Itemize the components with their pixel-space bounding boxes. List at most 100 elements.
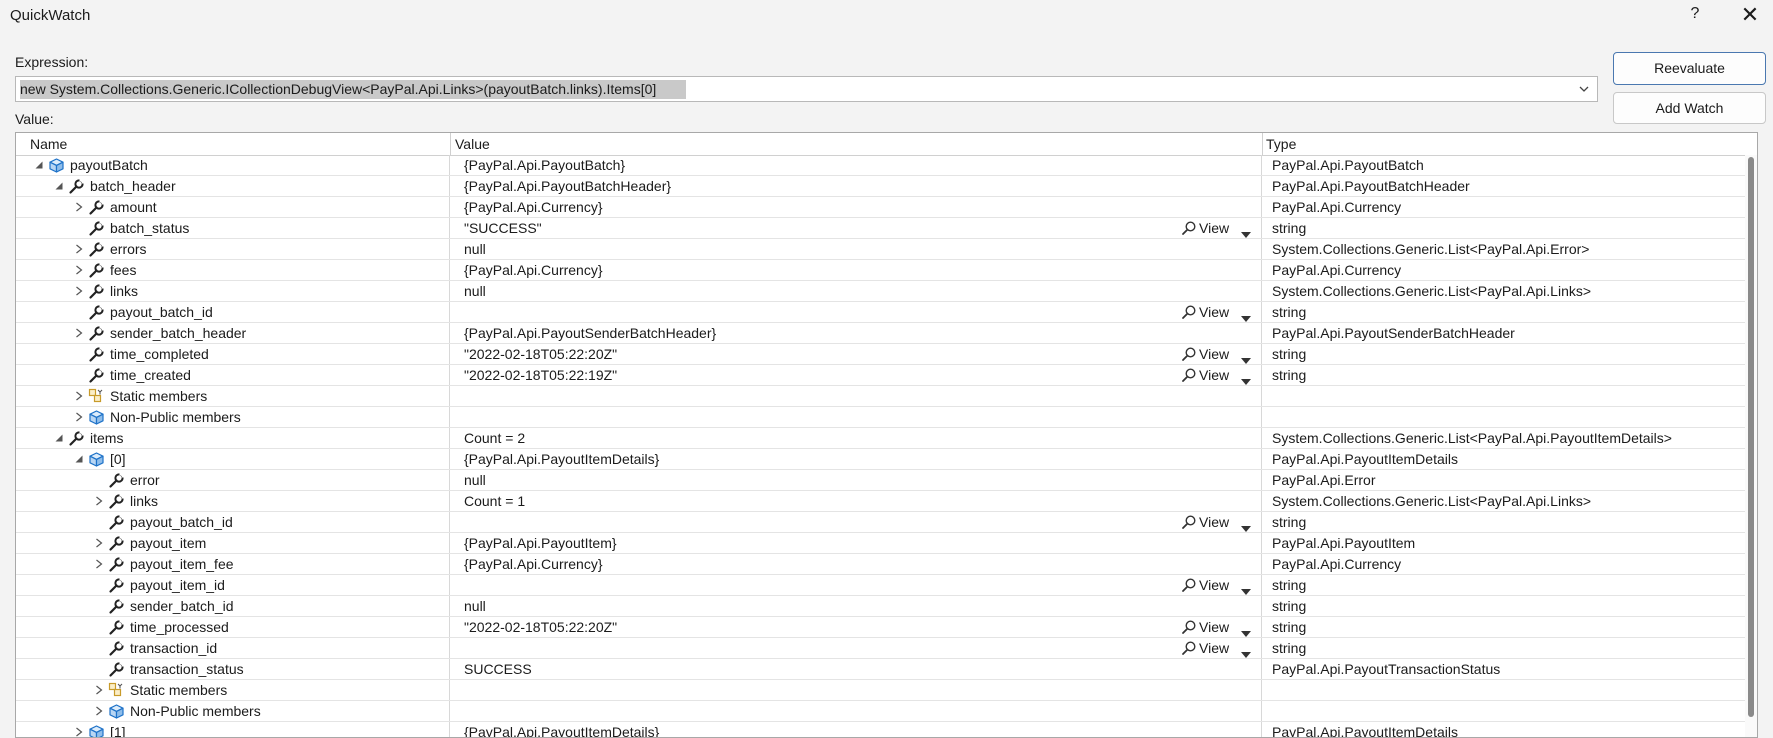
value-cell[interactable] [450, 407, 1262, 427]
table-row[interactable]: amount {PayPal.Api.Currency} PayPal.Api.Cu… [16, 197, 1757, 218]
table-row[interactable]: sender_batch_id null string [16, 596, 1757, 617]
name-cell[interactable]: time_created [16, 365, 450, 385]
name-cell[interactable]: [1] [16, 722, 450, 737]
chevron-down-icon[interactable] [1575, 80, 1593, 98]
chevron-down-icon[interactable] [1241, 225, 1251, 238]
table-row[interactable]: time_processed "2022-02-18T05:22:20Z" View… [16, 617, 1757, 638]
collapsed-arrow-icon[interactable] [94, 559, 104, 569]
name-cell[interactable]: payout_item_fee [16, 554, 450, 574]
collapsed-arrow-icon[interactable] [94, 538, 104, 548]
view-visualizer-button[interactable]: View [1181, 366, 1253, 385]
expanded-arrow-icon[interactable] [54, 433, 64, 443]
name-cell[interactable]: payout_item_id [16, 575, 450, 595]
column-splitter[interactable] [1262, 133, 1263, 155]
name-cell[interactable]: sender_batch_header [16, 323, 450, 343]
value-cell[interactable]: "2022-02-18T05:22:20Z" View [450, 344, 1262, 364]
value-cell[interactable]: {PayPal.Api.Currency} [450, 260, 1262, 280]
value-cell[interactable]: {PayPal.Api.PayoutBatchHeader} [450, 176, 1262, 196]
value-cell[interactable]: null [450, 470, 1262, 490]
name-cell[interactable]: [0] [16, 449, 450, 469]
table-row[interactable]: links null System.Collections.Generic.List… [16, 281, 1757, 302]
table-row[interactable]: batch_header {PayPal.Api.PayoutBatchHeade… [16, 176, 1757, 197]
scrollbar-thumb[interactable] [1748, 157, 1754, 717]
collapsed-arrow-icon[interactable] [94, 496, 104, 506]
table-row[interactable]: items Count = 2 System.Collections.Generic… [16, 428, 1757, 449]
name-cell[interactable]: time_processed [16, 617, 450, 637]
name-cell[interactable]: fees [16, 260, 450, 280]
table-row[interactable]: payoutBatch {PayPal.Api.PayoutBatch} PayPa… [16, 155, 1757, 176]
expression-input[interactable] [19, 80, 1571, 98]
collapsed-arrow-icon[interactable] [74, 727, 84, 737]
chevron-down-icon[interactable] [1241, 519, 1251, 532]
value-cell[interactable]: null [450, 239, 1262, 259]
table-row[interactable]: Static members [16, 680, 1757, 701]
name-cell[interactable]: batch_status [16, 218, 450, 238]
table-row[interactable]: payout_batch_id View string [16, 512, 1757, 533]
table-row[interactable]: [1] {PayPal.Api.PayoutItemDetails} PayPal.… [16, 722, 1757, 737]
expression-combobox[interactable] [15, 76, 1598, 102]
table-row[interactable]: payout_item_fee {PayPal.Api.Currency} PayP… [16, 554, 1757, 575]
close-button[interactable]: ✕ [1737, 2, 1763, 28]
value-cell[interactable]: {PayPal.Api.PayoutBatch} [450, 155, 1262, 175]
view-visualizer-button[interactable]: View [1181, 639, 1253, 658]
name-cell[interactable]: links [16, 281, 450, 301]
view-visualizer-button[interactable]: View [1181, 618, 1253, 637]
name-cell[interactable]: payoutBatch [16, 155, 450, 175]
table-row[interactable]: fees {PayPal.Api.Currency} PayPal.Api.Curr… [16, 260, 1757, 281]
value-cell[interactable] [450, 701, 1262, 721]
name-cell[interactable]: transaction_id [16, 638, 450, 658]
collapsed-arrow-icon[interactable] [74, 412, 84, 422]
reevaluate-button[interactable]: Reevaluate [1613, 52, 1766, 85]
column-header-name[interactable]: Name [30, 136, 67, 152]
value-cell[interactable]: Count = 2 [450, 428, 1262, 448]
name-cell[interactable]: batch_header [16, 176, 450, 196]
table-row[interactable]: error null PayPal.Api.Error [16, 470, 1757, 491]
value-cell[interactable]: {PayPal.Api.PayoutItemDetails} [450, 449, 1262, 469]
table-row[interactable]: Non-Public members [16, 407, 1757, 428]
value-cell[interactable]: View [450, 575, 1262, 595]
table-row[interactable]: Non-Public members [16, 701, 1757, 722]
table-row[interactable]: time_completed "2022-02-18T05:22:20Z" View… [16, 344, 1757, 365]
vertical-scrollbar[interactable] [1745, 155, 1757, 737]
chevron-down-icon[interactable] [1241, 372, 1251, 385]
table-row[interactable]: batch_status "SUCCESS" View string [16, 218, 1757, 239]
chevron-down-icon[interactable] [1241, 645, 1251, 658]
value-cell[interactable]: {PayPal.Api.PayoutItem} [450, 533, 1262, 553]
name-cell[interactable]: amount [16, 197, 450, 217]
table-row[interactable]: sender_batch_header {PayPal.Api.PayoutSen… [16, 323, 1757, 344]
name-cell[interactable]: errors [16, 239, 450, 259]
view-visualizer-button[interactable]: View [1181, 303, 1253, 322]
table-row[interactable]: transaction_status SUCCESS PayPal.Api.Payo… [16, 659, 1757, 680]
expanded-arrow-icon[interactable] [34, 160, 44, 170]
table-row[interactable]: time_created "2022-02-18T05:22:19Z" View st… [16, 365, 1757, 386]
value-cell[interactable]: null [450, 281, 1262, 301]
collapsed-arrow-icon[interactable] [74, 202, 84, 212]
name-cell[interactable]: Static members [16, 386, 450, 406]
table-row[interactable]: Static members [16, 386, 1757, 407]
add-watch-button[interactable]: Add Watch [1613, 92, 1766, 124]
value-cell[interactable]: "2022-02-18T05:22:19Z" View [450, 365, 1262, 385]
view-visualizer-button[interactable]: View [1181, 345, 1253, 364]
expanded-arrow-icon[interactable] [54, 181, 64, 191]
collapsed-arrow-icon[interactable] [74, 286, 84, 296]
table-row[interactable]: links Count = 1 System.Collections.Generic… [16, 491, 1757, 512]
value-cell[interactable] [450, 680, 1262, 700]
value-cell[interactable]: "2022-02-18T05:22:20Z" View [450, 617, 1262, 637]
table-row[interactable]: payout_item {PayPal.Api.PayoutItem} PayPal… [16, 533, 1757, 554]
column-header-type[interactable]: Type [1266, 136, 1296, 152]
name-cell[interactable]: payout_batch_id [16, 302, 450, 322]
collapsed-arrow-icon[interactable] [74, 328, 84, 338]
name-cell[interactable]: payout_item [16, 533, 450, 553]
name-cell[interactable]: time_completed [16, 344, 450, 364]
column-header-value[interactable]: Value [455, 136, 490, 152]
collapsed-arrow-icon[interactable] [94, 706, 104, 716]
value-cell[interactable] [450, 386, 1262, 406]
name-cell[interactable]: sender_batch_id [16, 596, 450, 616]
value-cell[interactable]: {PayPal.Api.Currency} [450, 197, 1262, 217]
value-cell[interactable]: SUCCESS [450, 659, 1262, 679]
value-cell[interactable]: null [450, 596, 1262, 616]
chevron-down-icon[interactable] [1241, 309, 1251, 322]
table-row[interactable]: payout_item_id View string [16, 575, 1757, 596]
view-visualizer-button[interactable]: View [1181, 219, 1253, 238]
table-row[interactable]: payout_batch_id View string [16, 302, 1757, 323]
